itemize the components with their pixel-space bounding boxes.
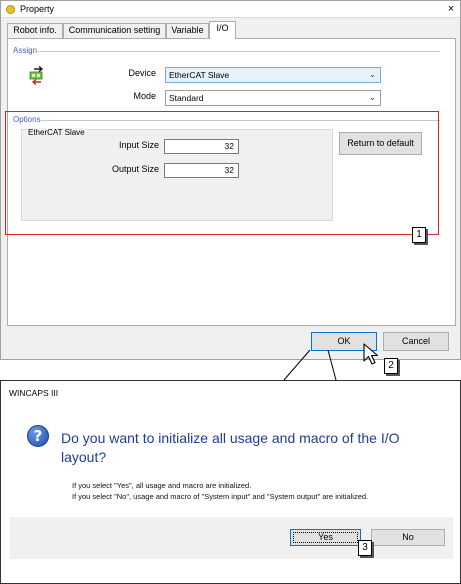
dialog-titlebar: WINCAPS III (1, 381, 460, 402)
no-button[interactable]: No (371, 529, 445, 546)
dialog-note-yes: If you select "Yes", all usage and macro… (72, 481, 252, 490)
question-icon: ? (27, 425, 49, 447)
dialog-heading: Do you want to initialize all usage and … (61, 430, 400, 465)
dialog-note-no: If you select "No", usage and macro of "… (72, 492, 369, 501)
callout-3: 3 (358, 540, 372, 556)
dialog-title: WINCAPS III (9, 388, 59, 398)
confirmation-dialog: WINCAPS III ? Do you want to initialize … (0, 380, 461, 584)
yes-button[interactable]: Yes (290, 529, 361, 546)
tab-io[interactable]: I/O (209, 21, 236, 39)
